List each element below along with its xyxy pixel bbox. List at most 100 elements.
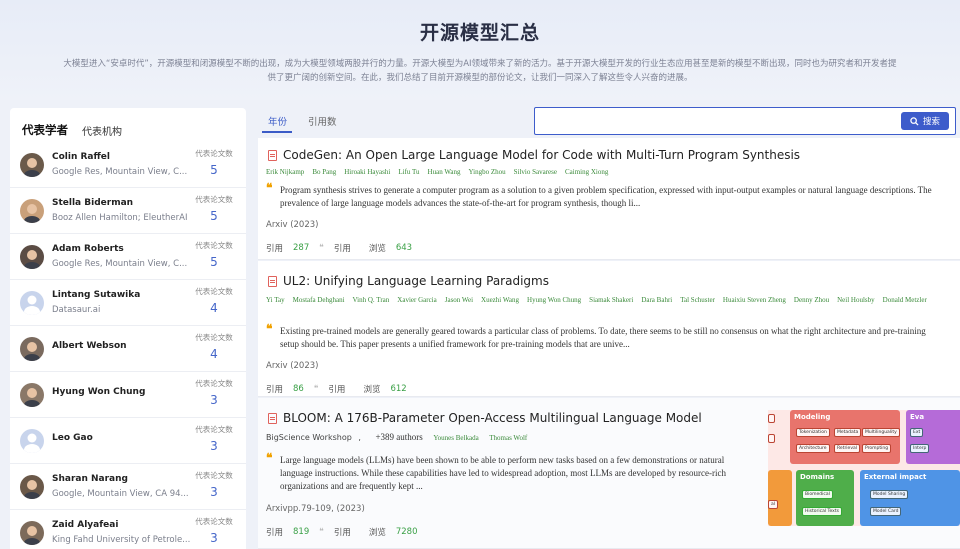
scholar-paper-stat: 代表论文数 3 [190, 424, 238, 453]
abstract-text: Program synthesis strives to generate a … [280, 185, 932, 208]
scholar-item[interactable]: Zaid Alyafeai King Fahd University of Pet… [10, 510, 246, 549]
author-name[interactable]: Xuezhi Wang [481, 296, 519, 304]
avatar[interactable] [20, 474, 44, 499]
avatar[interactable] [20, 520, 44, 545]
author-name[interactable]: Siamak Shakeri [589, 296, 633, 304]
author-name[interactable]: Donald Metzler [883, 296, 927, 304]
scholar-item[interactable]: Hyung Won Chung 代表论文数 3 [10, 372, 246, 418]
scholar-info: Stella Biderman Booz Allen Hamilton; Eleu… [52, 198, 192, 223]
scholar-name[interactable]: Lintang Sutawika [52, 290, 192, 300]
author-name[interactable]: Huaixiu Steven Zheng [723, 296, 786, 304]
author-name[interactable]: Younes Belkada [433, 434, 478, 442]
author-name[interactable]: Huan Wang [428, 168, 461, 176]
sort-bar: 年份 引用数 搜索 [258, 104, 960, 135]
quote-icon: ❝ [266, 322, 273, 336]
author-name[interactable]: Xavier Garcia [397, 296, 436, 304]
quote-button[interactable]: 引用 [334, 242, 351, 254]
pdf-icon[interactable] [268, 149, 277, 161]
quote-button[interactable]: 引用 [328, 383, 345, 395]
author-name[interactable]: Thomas Wolf [489, 434, 527, 442]
scholar-paper-stat: 代表论文数 5 [190, 240, 238, 269]
scholar-name[interactable]: Hyung Won Chung [52, 387, 192, 397]
tab-institutions[interactable]: 代表机构 [82, 123, 122, 142]
thumb-chip: Interp [910, 444, 930, 453]
avatar[interactable] [20, 152, 44, 177]
scholar-item[interactable]: Lintang Sutawika Datasaur.ai 代表论文数 4 [10, 280, 246, 326]
avatar[interactable] [20, 382, 44, 407]
author-name[interactable]: Yi Tay [266, 296, 285, 304]
author-name[interactable]: Tal Schuster [680, 296, 715, 304]
author-name[interactable]: Neil Houlsby [837, 296, 875, 304]
scholar-item[interactable]: Albert Webson 代表论文数 4 [10, 326, 246, 372]
author-name[interactable]: Erik Nijkamp [266, 168, 304, 176]
pdf-icon[interactable] [268, 275, 277, 287]
paper-venue: Arxiv (2023) [266, 361, 319, 371]
paper-title[interactable]: UL2: Unifying Language Learning Paradigm… [268, 274, 549, 288]
scholar-item[interactable]: Colin Raffel Google Res, Mountain View, C… [10, 142, 246, 188]
scholar-item[interactable]: Leo Gao 代表论文数 3 [10, 418, 246, 464]
avatar[interactable] [20, 290, 44, 315]
paper-abstract: ❝ Existing pre-trained models are genera… [266, 322, 936, 351]
user-photo-icon [24, 479, 40, 499]
abstract-text: Large language models (LLMs) have been s… [280, 455, 726, 491]
author-name[interactable]: Bo Pang [312, 168, 336, 176]
avatar[interactable] [20, 244, 44, 269]
thumb-eval-label: Eva [910, 413, 925, 421]
hero-banner: 开源模型汇总 大模型进入“安卓时代”，开源模型和闭源模型不断的出现，成为大模型领… [0, 0, 960, 100]
tab-sort-year[interactable]: 年份 [268, 114, 287, 128]
thumb-external-label: External impact [864, 473, 927, 481]
author-name[interactable]: Silvio Savarese [514, 168, 557, 176]
paper-title[interactable]: BLOOM: A 176B-Parameter Open-Access Mult… [268, 411, 702, 425]
avatar[interactable] [20, 428, 44, 453]
author-name[interactable]: Dara Bahri [641, 296, 672, 304]
scholar-name[interactable]: Stella Biderman [52, 198, 192, 208]
thumb-chip: Metadata [834, 428, 862, 437]
scholar-name[interactable]: Leo Gao [52, 433, 192, 443]
quote-small-icon[interactable]: ❝ [319, 243, 324, 253]
scholar-name[interactable]: Albert Webson [52, 341, 192, 351]
scholar-name[interactable]: Zaid Alyafeai [52, 520, 192, 530]
paper-count-label: 代表论文数 [195, 471, 233, 480]
avatar[interactable] [20, 336, 44, 361]
author-list: Yi Tay Mostafa Dehghani Vinh Q. Tran Xavier… [266, 294, 956, 306]
thumb-chip [768, 434, 776, 443]
paper-count: 3 [210, 393, 218, 407]
search-button[interactable]: 搜索 [901, 112, 949, 130]
search-icon [910, 116, 919, 126]
scholar-name[interactable]: Adam Roberts [52, 244, 192, 254]
paper-title[interactable]: CodeGen: An Open Large Language Model fo… [268, 148, 800, 162]
scholar-paper-stat: 代表论文数 5 [190, 194, 238, 223]
author-name[interactable]: Hiroaki Hayashi [344, 168, 390, 176]
scholar-item[interactable]: Sharan Narang Google, Mountain View, CA 9… [10, 464, 246, 510]
author-name[interactable]: Jason Wei [445, 296, 473, 304]
author-name[interactable]: Yingbo Zhou [468, 168, 505, 176]
cite-count: 287 [293, 243, 310, 253]
pdf-icon[interactable] [268, 412, 277, 424]
thumb-orange-box [768, 470, 792, 526]
tab-scholars[interactable]: 代表学者 [22, 122, 68, 142]
tab-sort-citations[interactable]: 引用数 [308, 114, 337, 128]
author-name[interactable]: Vinh Q. Tran [353, 296, 390, 304]
author-name[interactable]: Caiming Xiong [565, 168, 608, 176]
scholar-name[interactable]: Sharan Narang [52, 474, 192, 484]
author-name[interactable]: Denny Zhou [794, 296, 829, 304]
quote-button[interactable]: 引用 [334, 526, 351, 538]
author-name[interactable]: Hyung Won Chung [527, 296, 581, 304]
active-tab-indicator [262, 131, 292, 133]
scholar-name[interactable]: Colin Raffel [52, 152, 192, 162]
quote-small-icon[interactable]: ❝ [319, 527, 324, 537]
search-input[interactable]: 搜索 [534, 107, 956, 135]
scholar-item[interactable]: Stella Biderman Booz Allen Hamilton; Eleu… [10, 188, 246, 234]
paper-card[interactable]: BLOOM: A 176B-Parameter Open-Access Mult… [258, 398, 960, 549]
author-name[interactable]: Mostafa Dehghani [293, 296, 345, 304]
quote-small-icon[interactable]: ❝ [314, 384, 319, 394]
paper-thumbnail[interactable]: Modeling Tokenization Metadata Multiling… [768, 410, 960, 526]
avatar[interactable] [20, 198, 44, 223]
scholar-panel: 代表学者 代表机构 Colin Raffel Google Res, Mounta… [10, 108, 246, 549]
paper-card[interactable]: CodeGen: An Open Large Language Model fo… [258, 138, 960, 260]
scholar-item[interactable]: Adam Roberts Google Res, Mountain View, C… [10, 234, 246, 280]
author-name[interactable]: Lifu Tu [398, 168, 419, 176]
paper-card[interactable]: UL2: Unifying Language Learning Paradigm… [258, 261, 960, 397]
more-authors-link[interactable]: +389 authors [375, 432, 422, 442]
scholar-info: Lintang Sutawika Datasaur.ai [52, 290, 192, 315]
